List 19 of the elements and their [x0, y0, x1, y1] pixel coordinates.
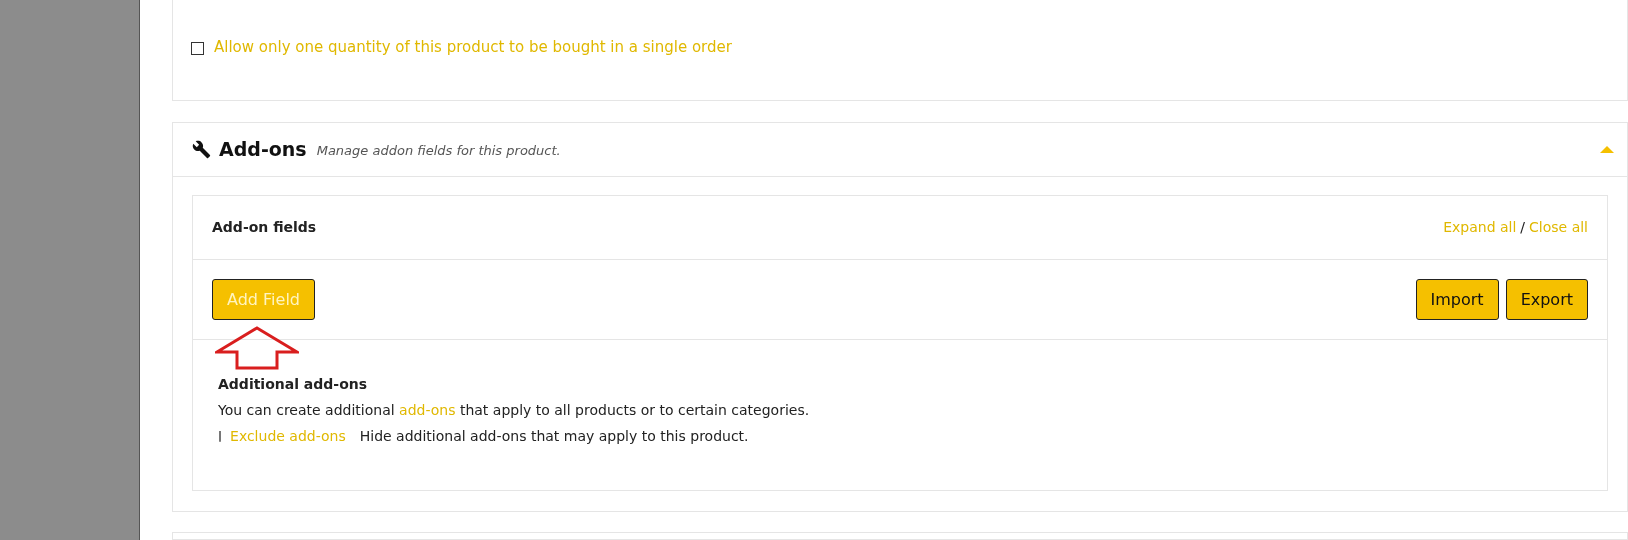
subheading: Additional add-ons	[218, 375, 369, 394]
toggle-mark: |	[218, 428, 223, 445]
checkbox-label: Allow only one quantity of this product to be bought in a single order	[214, 37, 732, 58]
expand-all-link[interactable]: Expand all	[1443, 217, 1517, 238]
link-separator: /	[1520, 218, 1526, 237]
exclude-add-ons-link[interactable]: Exclude add-ons	[230, 426, 346, 447]
section-title: Add-ons	[219, 137, 307, 163]
help-text: Hide additional add-ons that may apply to this product.	[359, 427, 749, 446]
panel-title: Add-on fields	[212, 218, 317, 237]
wrench-icon	[192, 140, 211, 159]
panel-button[interactable]: Import	[1415, 279, 1499, 320]
close-all-link[interactable]: Close all	[1529, 217, 1588, 238]
up-arrow-icon	[215, 326, 299, 370]
add-ons-link[interactable]: add-ons	[399, 402, 456, 418]
checkbox[interactable]	[191, 42, 204, 56]
section-description: Manage addon fields for this product.	[316, 141, 561, 160]
description-text: You can create additional add-ons that apply to all products or to certain categories.	[218, 401, 811, 420]
panel-button[interactable]: Export	[1505, 279, 1588, 320]
add-field-button[interactable]: Add Field	[212, 279, 315, 320]
